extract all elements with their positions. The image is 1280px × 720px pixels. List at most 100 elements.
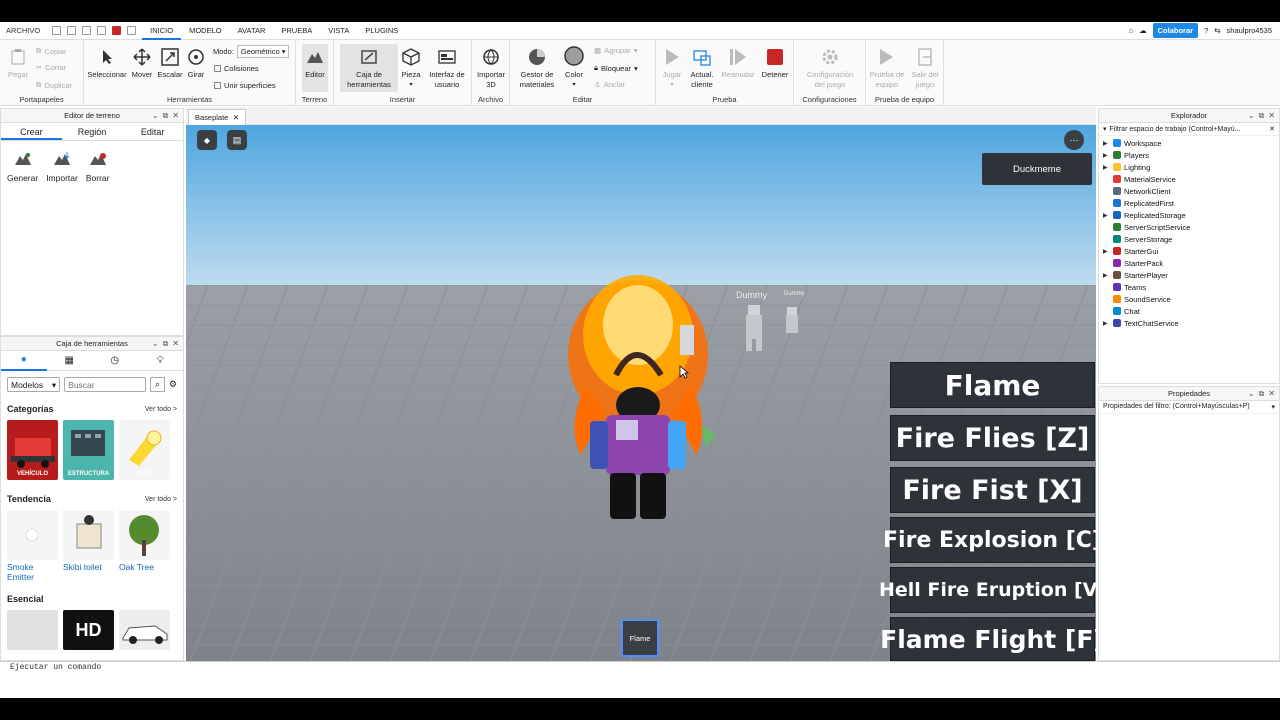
explorer-item[interactable]: ▶ Workspace: [1103, 137, 1275, 149]
essential-item-2[interactable]: HD: [63, 610, 114, 650]
explorer-item[interactable]: Teams: [1103, 281, 1275, 293]
tab-region[interactable]: Región: [62, 123, 123, 140]
username[interactable]: shaulpro4535: [1227, 26, 1272, 35]
stop-button[interactable]: Detener: [758, 48, 792, 80]
trending-see-all[interactable]: Ver todo >: [145, 496, 177, 503]
explorer-item[interactable]: ▶ StarterGui: [1103, 245, 1275, 257]
ability-fire-explosion[interactable]: Fire Explosion [C]: [883, 517, 1096, 563]
explorer-item[interactable]: StarterPack: [1103, 257, 1275, 269]
close-icon[interactable]: ✕: [172, 339, 179, 349]
explorer-filter[interactable]: ▾ Filtrar espacio de trabajo (Control+Ma…: [1099, 123, 1279, 136]
essential-item-1[interactable]: [7, 610, 58, 650]
anchor-button[interactable]: ⚓︎ Anclar: [594, 80, 625, 89]
file-menu[interactable]: ARCHIVO: [0, 26, 46, 35]
expand-arrow-icon[interactable]: ▶: [1103, 248, 1110, 255]
explorer-item[interactable]: ▶ Lighting: [1103, 161, 1275, 173]
close-icon[interactable]: ✕: [172, 111, 179, 121]
tab-editar[interactable]: Editar: [122, 123, 183, 140]
toolbox-button[interactable]: Caja de herramientas: [340, 44, 398, 92]
category-structure[interactable]: ESTRUCTURA: [63, 420, 114, 480]
chevron-down-icon[interactable]: ⌄: [1248, 389, 1255, 399]
chat-toggle-button[interactable]: ▤: [227, 130, 247, 150]
explorer-item[interactable]: MaterialService: [1103, 173, 1275, 185]
explorer-item[interactable]: ServerStorage: [1103, 233, 1275, 245]
group-button[interactable]: ▦ Agrupar ▾: [594, 46, 638, 55]
paste-button[interactable]: Pegar: [4, 48, 32, 80]
category-vehicle[interactable]: VEHÍCULO: [7, 420, 58, 480]
home-icon[interactable]: ⌂: [1129, 26, 1134, 35]
ability-flame[interactable]: Flame: [890, 362, 1095, 408]
cut-button[interactable]: ✂ Cortar: [36, 63, 66, 72]
expand-arrow-icon[interactable]: ▶: [1103, 272, 1110, 279]
explorer-item[interactable]: ServerScriptService: [1103, 221, 1275, 233]
tab-recent[interactable]: ◷: [92, 351, 138, 371]
terrain-editor-button[interactable]: Editor: [302, 44, 328, 92]
tab-inventory[interactable]: ▦: [47, 351, 93, 371]
help-icon[interactable]: ?: [1204, 26, 1208, 35]
popout-icon[interactable]: ⧉: [1259, 111, 1265, 121]
ability-fire-flies[interactable]: Fire Flies [Z]: [890, 415, 1095, 461]
filter-icon[interactable]: ⚙: [169, 379, 177, 390]
menu-avatar[interactable]: AVATAR: [230, 22, 274, 40]
chevron-down-icon[interactable]: ⌄: [152, 339, 159, 349]
expand-arrow-icon[interactable]: ▶: [1103, 164, 1110, 171]
menu-prueba[interactable]: PRUEBA: [273, 22, 320, 40]
chevron-down-icon[interactable]: ⌄: [1248, 111, 1255, 121]
move-tool[interactable]: Mover: [130, 48, 154, 80]
expand-arrow-icon[interactable]: ▶: [1103, 320, 1110, 327]
trending-skibi-toilet[interactable]: Skibi toilet: [63, 510, 114, 582]
properties-filter[interactable]: Propiedades del filtro: (Control+Mayúscu…: [1099, 401, 1279, 414]
collaborate-button[interactable]: Colaborar: [1152, 23, 1199, 38]
tab-crear[interactable]: Crear: [1, 123, 62, 140]
category-dropdown[interactable]: Modelos ▾: [7, 377, 61, 392]
stop-icon[interactable]: [112, 26, 122, 35]
share-icon[interactable]: ⇆: [1214, 26, 1220, 35]
tab-baseplate[interactable]: Baseplate ✕: [188, 109, 246, 125]
toolbox-search-input[interactable]: [64, 377, 147, 392]
expand-arrow-icon[interactable]: ▶: [1103, 140, 1110, 147]
command-bar[interactable]: Ejecutar un comando: [0, 661, 1280, 673]
team-test-button[interactable]: Prueba de equipo: [868, 48, 906, 90]
trending-oak-tree[interactable]: Oak Tree: [119, 510, 170, 582]
play-icon[interactable]: [97, 26, 107, 35]
explorer-item[interactable]: ▶ TextChatService: [1103, 317, 1275, 329]
duplicate-button[interactable]: ⧉ Duplicar: [36, 80, 72, 90]
play-button[interactable]: Jugar ▾: [658, 48, 686, 90]
chevron-down-icon[interactable]: ⌄: [152, 111, 159, 121]
popout-icon[interactable]: ⧉: [1259, 389, 1265, 399]
clear-tool[interactable]: Borrar: [86, 151, 109, 183]
explorer-item[interactable]: NetworkClient: [1103, 185, 1275, 197]
mode-dropdown[interactable]: Geométrico ▾: [236, 45, 290, 58]
mode-selector[interactable]: Modo: Geométrico ▾: [213, 45, 290, 58]
copy-button[interactable]: ⧉ Copiar: [36, 46, 66, 56]
tab-creations[interactable]: 💡︎: [138, 351, 184, 371]
menu-vista[interactable]: VISTA: [320, 22, 357, 40]
explorer-item[interactable]: ▶ StarterPlayer: [1103, 269, 1275, 281]
import-tool[interactable]: Importar: [46, 151, 78, 183]
ui-button[interactable]: Interfaz de usuario: [426, 48, 468, 90]
ability-fire-fist[interactable]: Fire Fist [X]: [890, 467, 1095, 513]
popout-icon[interactable]: ⧉: [163, 339, 169, 349]
ability-flame-flight[interactable]: Flame Flight [F]: [880, 617, 1096, 661]
roblox-menu-button[interactable]: ◆: [197, 130, 217, 150]
menu-plugins[interactable]: PLUGINS: [357, 22, 406, 40]
material-manager-button[interactable]: Gestor de materiales: [514, 48, 560, 90]
expand-arrow-icon[interactable]: ▶: [1103, 152, 1110, 159]
popout-icon[interactable]: ⧉: [163, 111, 169, 121]
save-icon[interactable]: [67, 26, 77, 35]
exit-game-button[interactable]: Salir del juego: [908, 48, 942, 90]
generate-tool[interactable]: Generar: [7, 151, 38, 183]
resume-button[interactable]: Reanudar: [720, 48, 756, 80]
explorer-item[interactable]: ▶ Players: [1103, 149, 1275, 161]
search-icon[interactable]: ⌕: [150, 377, 165, 392]
expand-arrow-icon[interactable]: ▶: [1103, 212, 1110, 219]
trending-smoke-emitter[interactable]: Smoke Emitter: [7, 510, 58, 582]
menu-inicio[interactable]: INICIO: [142, 22, 182, 40]
player-name-badge[interactable]: Duckmeme: [982, 153, 1092, 185]
close-icon[interactable]: ✕: [1269, 125, 1275, 133]
explorer-item[interactable]: Chat: [1103, 305, 1275, 317]
close-icon[interactable]: ✕: [1268, 389, 1275, 399]
categories-see-all[interactable]: Ver todo >: [145, 406, 177, 413]
hotbar-slot[interactable]: Flame: [621, 619, 659, 657]
3d-viewport[interactable]: ◆ ▤ ⋯ Duckmeme Dummy Dummy Flame Fire Fl…: [186, 125, 1096, 661]
